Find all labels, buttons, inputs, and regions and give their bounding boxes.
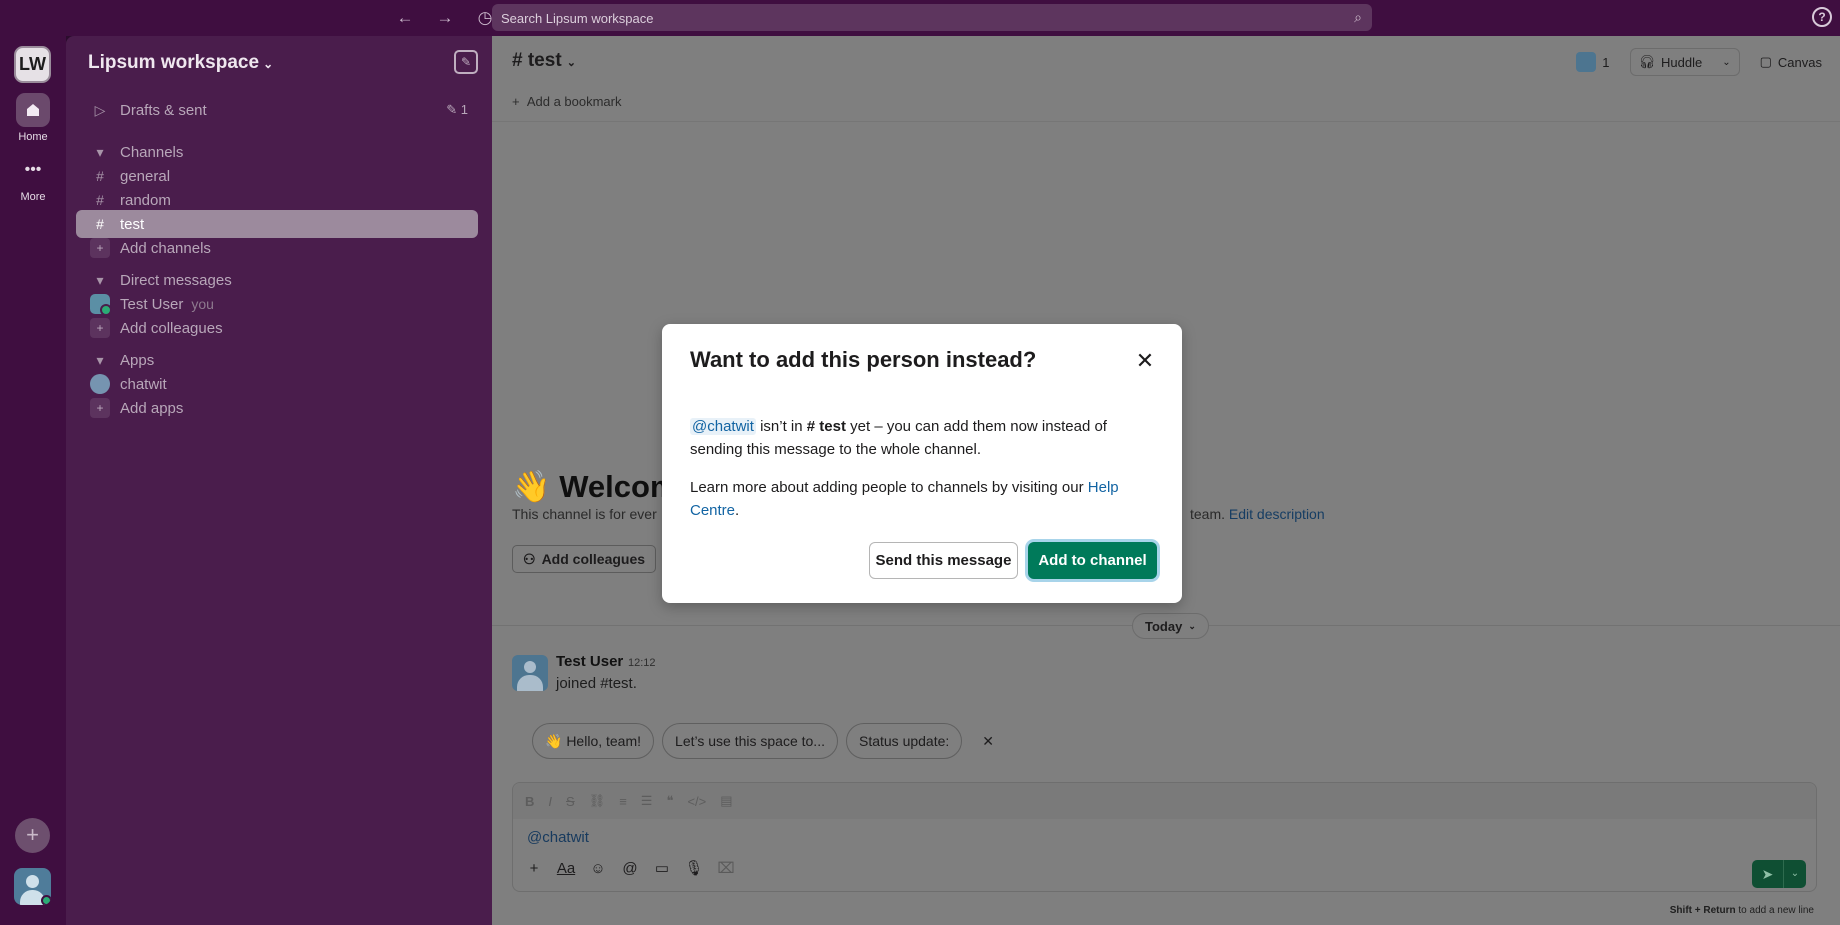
modal-overlay: Want to add this person instead? ✕ @chat… — [0, 0, 1840, 925]
user-mention[interactable]: @chatwit — [690, 418, 756, 435]
add-person-dialog: Want to add this person instead? ✕ @chat… — [662, 324, 1182, 603]
dialog-title: Want to add this person instead? — [690, 347, 1037, 372]
channel-ref: # test — [806, 418, 846, 435]
send-this-message-button[interactable]: Send this message — [869, 542, 1018, 579]
close-icon[interactable]: ✕ — [1134, 350, 1156, 372]
dialog-help-text: Learn more about adding people to channe… — [690, 479, 1119, 519]
dialog-body-text: @chatwit isn’t in # test yet – you can a… — [690, 418, 1107, 458]
add-to-channel-button[interactable]: Add to channel — [1028, 542, 1157, 579]
